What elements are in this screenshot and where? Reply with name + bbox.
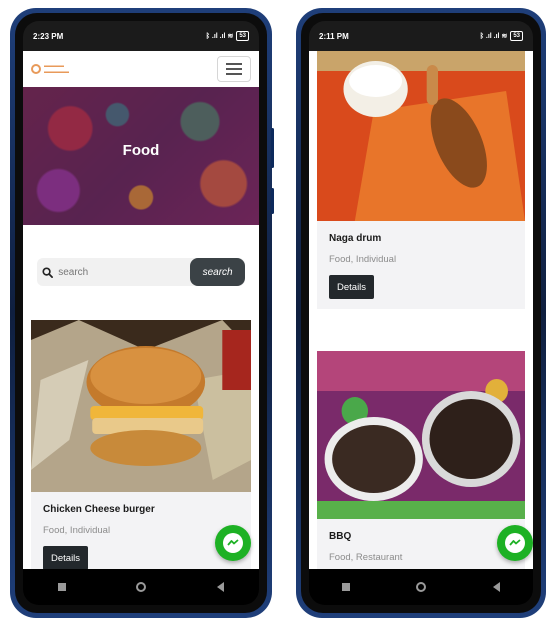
battery-icon: 53 [510, 31, 523, 41]
status-bar: 2:11 PM ᛒ .ıl .ıl ≋ 53 [309, 21, 533, 51]
system-nav-bar [309, 569, 533, 605]
search-input[interactable] [58, 258, 191, 286]
app-screen-right[interactable]: Naga drum Food, Individual Details BBQ F… [309, 51, 533, 569]
signal-icons: ᛒ .ıl .ıl ≋ [205, 33, 234, 40]
page-title: Food [122, 142, 160, 159]
status-time: 2:11 PM [319, 31, 349, 41]
food-image[interactable] [317, 51, 525, 221]
food-image[interactable] [31, 320, 251, 492]
phone-right: 2:11 PM ᛒ .ıl .ıl ≋ 53 Naga drum Food, I… [296, 8, 546, 618]
recents-icon[interactable] [342, 583, 351, 591]
status-bar: 2:23 PM ᛒ .ıl .ıl ≋ 53 [23, 21, 259, 51]
details-button[interactable]: Details [329, 275, 375, 299]
back-icon[interactable] [492, 582, 500, 592]
signal-icons: ᛒ .ıl .ıl ≋ [479, 33, 508, 40]
card-title[interactable]: BBQ [329, 531, 513, 542]
food-card: BBQ Food, Restaurant [317, 351, 525, 569]
hero-banner: Food [23, 87, 259, 225]
home-icon[interactable] [416, 582, 427, 592]
recents-icon[interactable] [58, 583, 67, 591]
status-icons: ᛒ .ıl .ıl ≋ 53 [206, 31, 249, 41]
card-body: Naga drum Food, Individual Details [317, 221, 525, 309]
phone-left: 2:23 PM ᛒ .ıl .ıl ≋ 53 ▬▬▬▬ ▬▬▬▬▬ Food s… [10, 8, 274, 618]
logo-icon [31, 64, 41, 74]
food-image[interactable] [317, 351, 525, 519]
site-logo[interactable]: ▬▬▬▬ ▬▬▬▬▬ [31, 63, 69, 75]
messenger-icon [505, 533, 525, 553]
status-time: 2:23 PM [33, 31, 64, 41]
app-screen-left[interactable]: ▬▬▬▬ ▬▬▬▬▬ Food search search Chicken Ch… [23, 51, 259, 569]
messenger-icon [223, 533, 243, 553]
back-icon[interactable] [216, 582, 224, 592]
hamburger-icon [226, 63, 242, 65]
card-category: Food, Individual [43, 525, 111, 536]
search-button[interactable]: search [190, 258, 245, 286]
search-icon [37, 266, 58, 278]
status-icons: ᛒ .ıl .ıl ≋ 53 [480, 31, 523, 41]
card-title[interactable]: Naga drum [329, 233, 513, 244]
messenger-button[interactable] [215, 525, 251, 561]
screenshot-canvas: 2:23 PM ᛒ .ıl .ıl ≋ 53 ▬▬▬▬ ▬▬▬▬▬ Food s… [0, 0, 548, 624]
card-category: Food, Individual [329, 254, 397, 265]
home-icon[interactable] [136, 582, 147, 592]
food-card: Naga drum Food, Individual Details [317, 51, 525, 309]
battery-icon: 53 [236, 31, 249, 41]
search-bar: search [37, 258, 245, 286]
header: ▬▬▬▬ ▬▬▬▬▬ [23, 51, 259, 87]
card-body: Chicken Cheese burger Food, Individual D… [31, 492, 251, 569]
system-nav-bar [23, 569, 259, 605]
card-body: BBQ Food, Restaurant [317, 519, 525, 569]
logo-wordmark: ▬▬▬▬ ▬▬▬▬▬ [44, 63, 69, 75]
messenger-button[interactable] [497, 525, 533, 561]
card-title[interactable]: Chicken Cheese burger [43, 504, 239, 515]
card-category: Food, Restaurant [329, 552, 403, 563]
details-button[interactable]: Details [43, 546, 89, 569]
menu-button[interactable] [217, 56, 251, 82]
